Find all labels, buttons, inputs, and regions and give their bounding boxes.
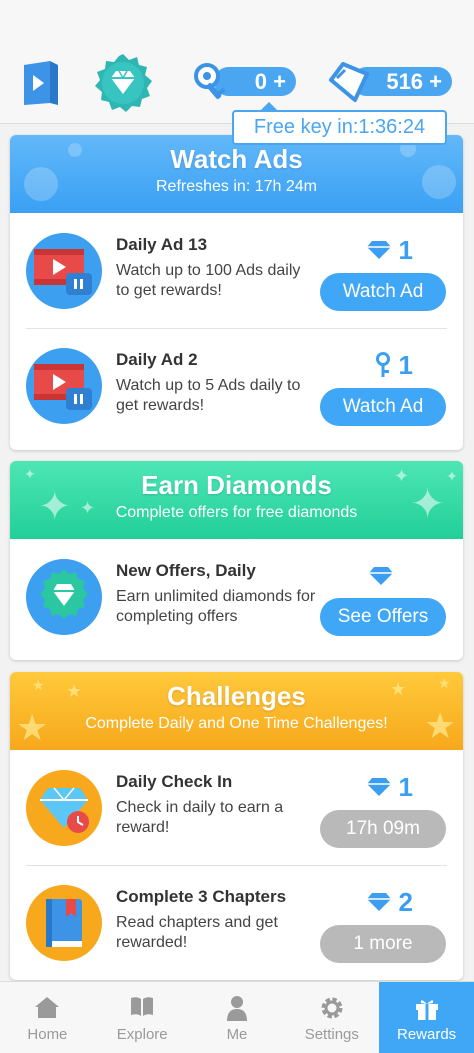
- reward: [367, 561, 395, 591]
- list-item: Daily Check In Check in daily to earn a …: [10, 750, 463, 865]
- nav-home[interactable]: Home: [0, 982, 95, 1053]
- reward-count: 1: [398, 349, 413, 380]
- nav-me[interactable]: Me: [190, 982, 285, 1053]
- list-item: Daily Ad 2 Watch up to 5 Ads daily to ge…: [10, 328, 463, 443]
- diamond-clock-icon: [26, 770, 102, 846]
- item-description: Read chapters and get rewarded!: [116, 914, 278, 951]
- person-icon: [226, 996, 247, 1021]
- diamond-icon: [366, 778, 391, 796]
- item-title: New Offers, Daily: [116, 561, 256, 580]
- watch-ads-header: Watch Ads Refreshes in: 17h 24m: [10, 135, 463, 213]
- video-ad-icon: [26, 233, 102, 309]
- item-description: Check in daily to earn a reward!: [116, 799, 284, 836]
- challenges-subtitle: Complete Daily and One Time Challenges!: [85, 715, 388, 732]
- item-title: Daily Ad 13: [116, 235, 208, 254]
- earn-diamonds-header: ✦ ✦ ✦ ✦ ✦ ✦ Earn Diamonds Complete offer…: [10, 461, 463, 539]
- top-bar: 0 + 516 +: [0, 0, 474, 124]
- nav-explore[interactable]: Explore: [95, 982, 190, 1053]
- check-in-timer-button[interactable]: 17h 09m: [320, 810, 446, 848]
- reward: 2: [365, 887, 413, 917]
- reward-count: 2: [398, 886, 413, 917]
- watch-ad-button[interactable]: Watch Ad: [320, 273, 446, 311]
- diamond-icon: [369, 567, 393, 585]
- earn-diamonds-section: ✦ ✦ ✦ ✦ ✦ ✦ Earn Diamonds Complete offer…: [10, 461, 463, 660]
- reward-count: 1: [398, 771, 413, 802]
- nav-settings[interactable]: Settings: [284, 982, 379, 1053]
- item-description: Watch up to 5 Ads daily to get rewards!: [116, 377, 301, 414]
- book-play-icon[interactable]: [20, 59, 62, 112]
- list-item: Complete 3 Chapters Read chapters and ge…: [10, 865, 463, 980]
- nav-label: Me: [226, 1026, 248, 1043]
- nav-label: Rewards: [396, 1026, 457, 1043]
- earn-diamonds-subtitle: Complete offers for free diamonds: [115, 504, 358, 521]
- item-title: Daily Ad 2: [116, 350, 198, 369]
- item-title: Complete 3 Chapters: [116, 887, 287, 906]
- item-description: Watch up to 100 Ads daily to get rewards…: [116, 262, 301, 299]
- open-book-icon: [131, 997, 154, 1016]
- list-item: Daily Ad 13 Watch up to 100 Ads daily to…: [10, 213, 463, 328]
- watch-ad-button[interactable]: Watch Ad: [320, 388, 446, 426]
- challenges-header: ★ ★ ★ ★ ★ ★ Challenges Complete Daily an…: [10, 672, 463, 750]
- nav-rewards[interactable]: Rewards: [379, 982, 474, 1053]
- watch-ads-refresh: Refreshes in: 17h 24m: [156, 178, 317, 195]
- gift-icon: [415, 1000, 438, 1020]
- diamond-icon: [366, 241, 391, 259]
- diamond-icon: [366, 893, 391, 911]
- key-icon: [193, 62, 233, 107]
- nav-label: Settings: [304, 1026, 359, 1043]
- diamond-icon: [327, 60, 371, 109]
- nav-label: Explore: [116, 1026, 168, 1043]
- reward: 1: [365, 235, 413, 265]
- diamond-badge-icon[interactable]: [92, 52, 154, 119]
- reward: 1: [373, 350, 413, 380]
- diamond-badge-icon: [26, 559, 102, 635]
- list-item: New Offers, Daily Earn unlimited diamond…: [10, 539, 463, 659]
- bottom-navigation: Home Explore Me Settings Rewards: [0, 981, 474, 1053]
- see-offers-button[interactable]: See Offers: [320, 598, 446, 636]
- item-title: Daily Check In: [116, 772, 233, 791]
- nav-label: Home: [27, 1026, 68, 1043]
- video-ad-icon: [26, 348, 102, 424]
- reward: 1: [365, 772, 413, 802]
- book-bookmark-icon: [26, 885, 102, 961]
- key-icon: [375, 352, 390, 377]
- item-description: Earn unlimited diamonds for completing o…: [116, 588, 316, 625]
- gear-icon: [321, 997, 343, 1019]
- free-key-tooltip: Free key in:1:36:24: [232, 102, 447, 145]
- chapters-progress-button[interactable]: 1 more: [320, 925, 446, 963]
- reward-count: 1: [398, 234, 413, 265]
- watch-ads-section: Watch Ads Refreshes in: 17h 24m Daily Ad…: [10, 135, 463, 450]
- home-icon: [35, 997, 60, 1018]
- challenges-section: ★ ★ ★ ★ ★ ★ Challenges Complete Daily an…: [10, 672, 463, 980]
